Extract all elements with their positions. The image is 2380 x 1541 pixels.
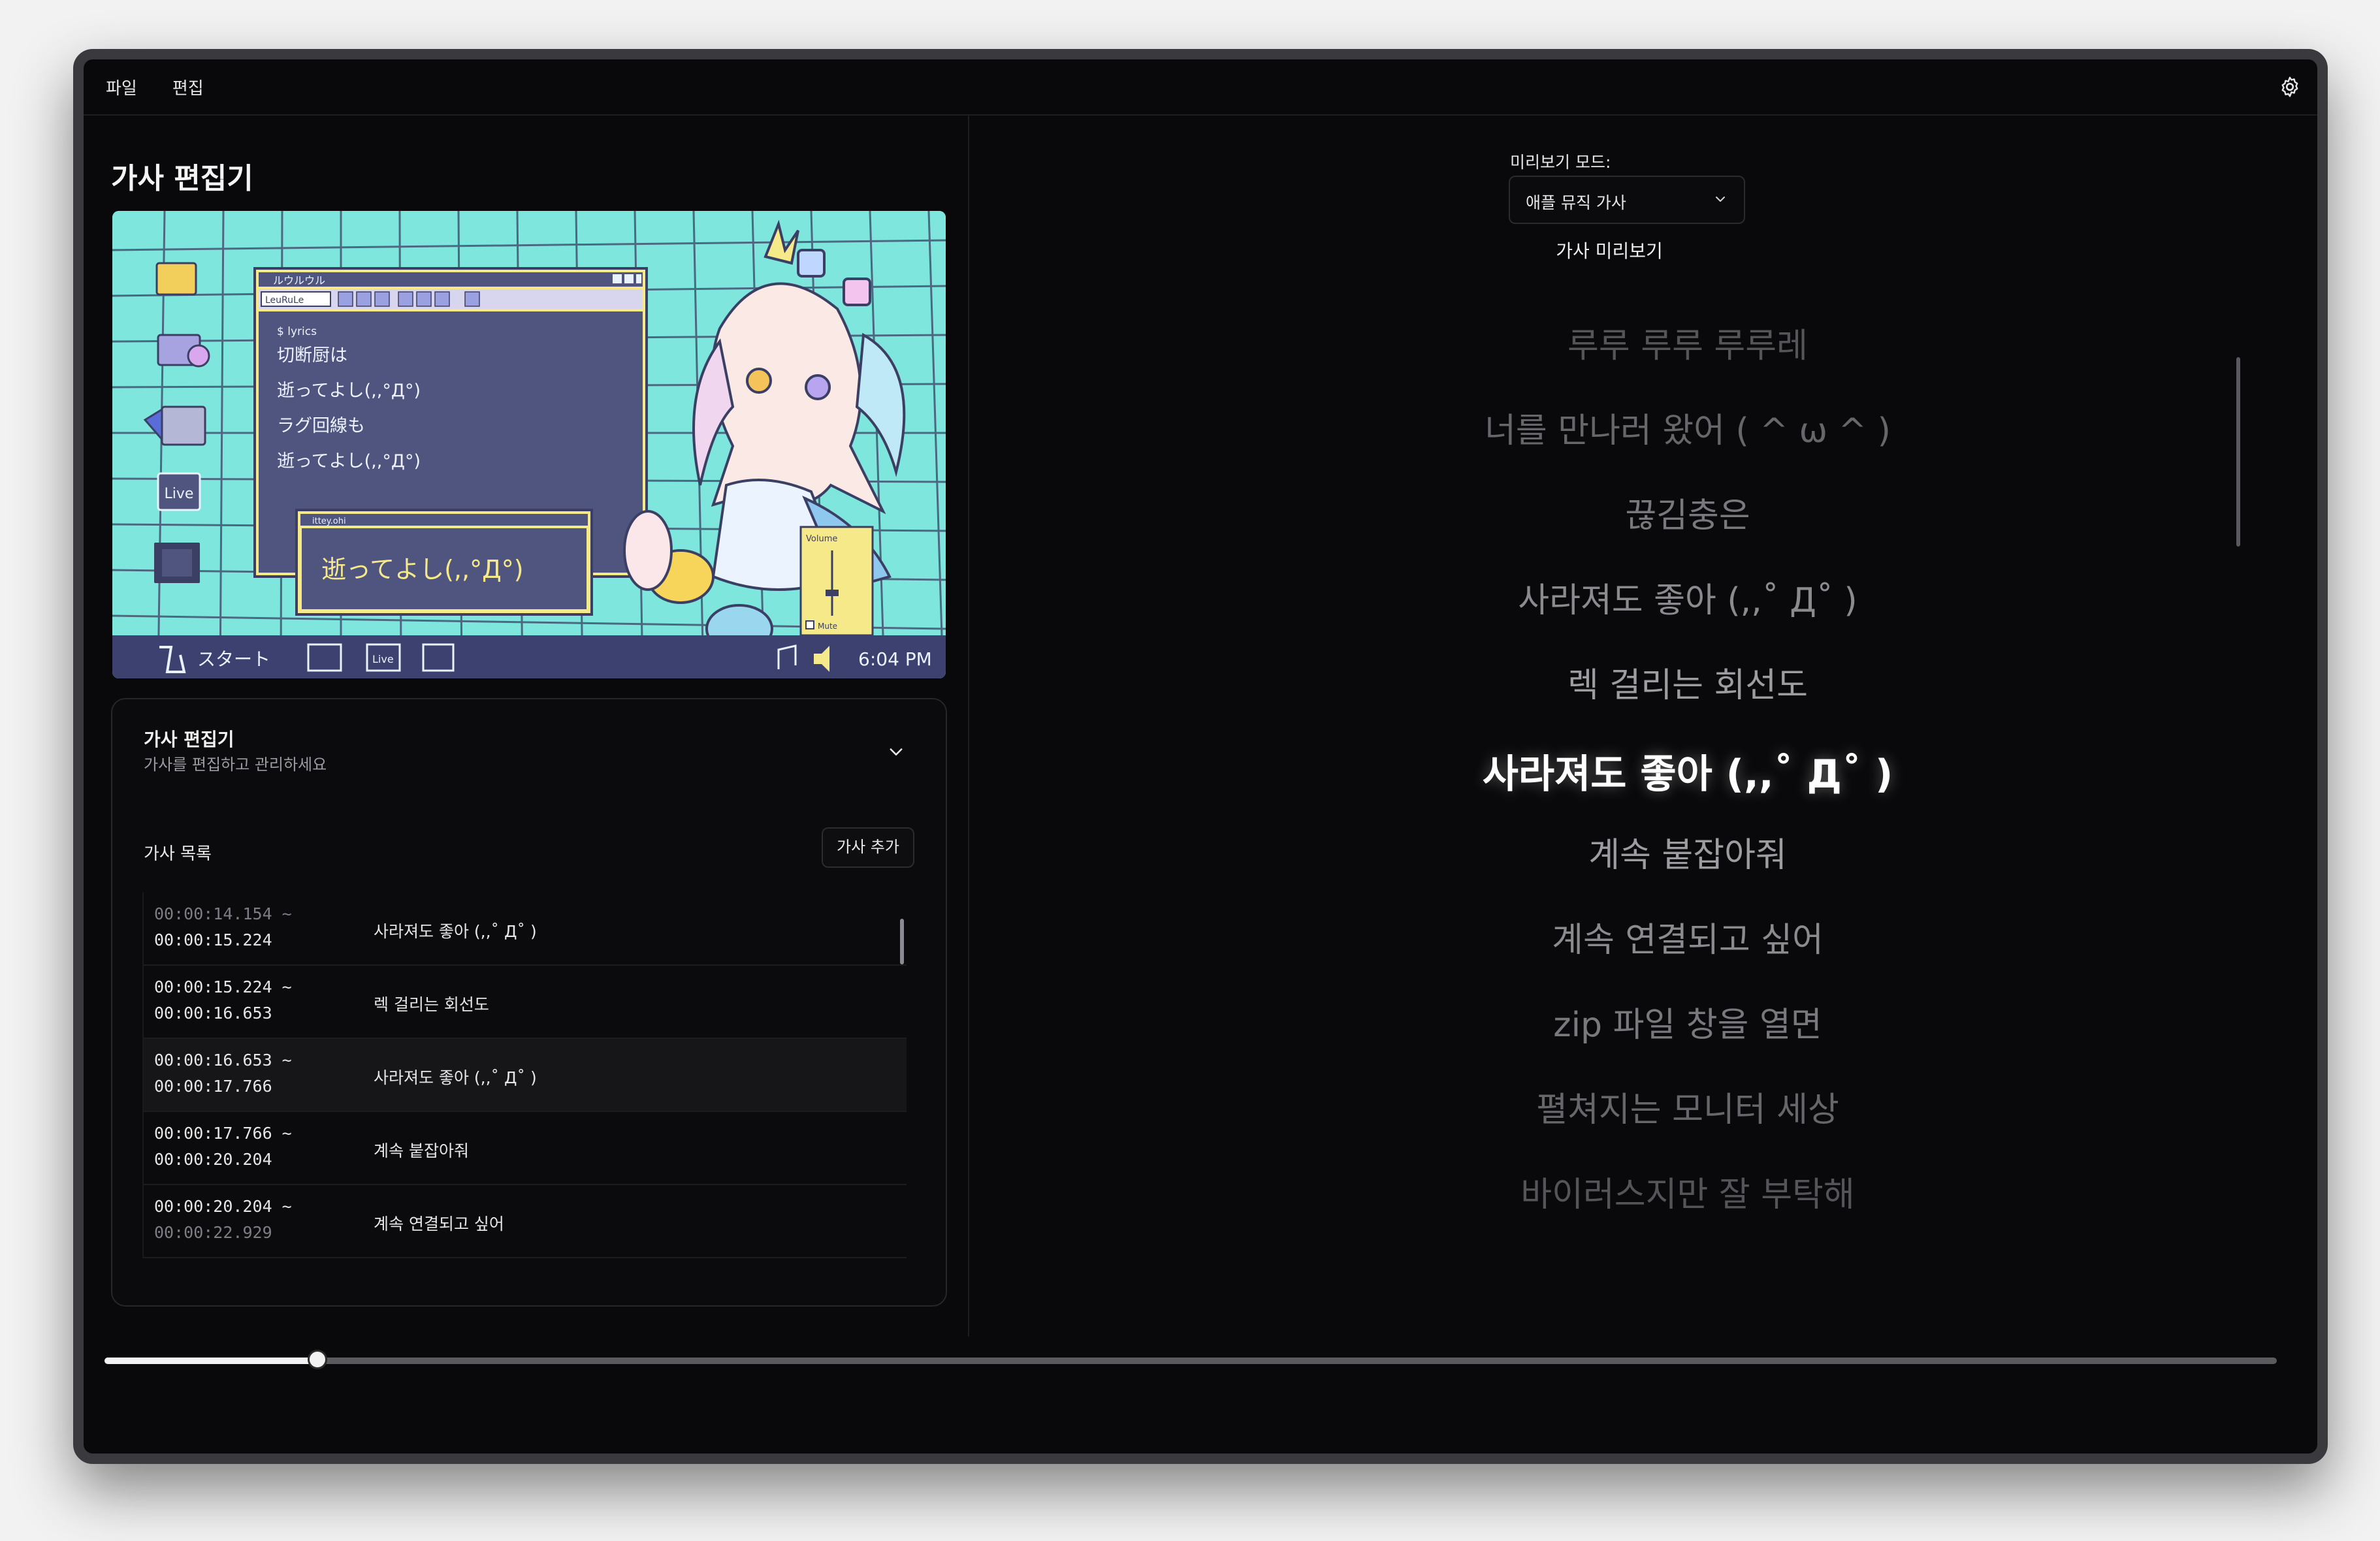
window2-title: ittey.ohi	[312, 516, 346, 526]
window1-line-3: ラグ回線も	[277, 416, 365, 436]
taskbar-start: スタート	[197, 648, 270, 670]
row-lyric-text: 사라져도 좋아 (,,˚ Д˚ )	[374, 1068, 537, 1087]
app-window: 파일 편집 가사 편집기 Live ルウルウル LeuRuLe $ lyrics…	[73, 49, 2328, 1464]
lyric-row[interactable]: 00:00:15.224 ~ 00:00:16.653 렉 걸리는 회선도	[144, 966, 907, 1039]
window1-field: LeuRuLe	[265, 295, 304, 306]
playback-progress[interactable]	[105, 1350, 2277, 1369]
window2-text: 逝ってよし(,,°Д°)	[321, 555, 524, 584]
row-lyric-text: 계속 연결되고 싶어	[374, 1215, 504, 1233]
lyric-line[interactable]: 렉 걸리는 회선도	[1165, 658, 2210, 707]
row-lyric-text: 계속 붙잡아줘	[374, 1141, 469, 1160]
window1-line-2: 逝ってよし(,,°Д°)	[277, 381, 421, 401]
page-title: 가사 편집기	[111, 162, 253, 195]
lyric-line[interactable]: 바이러스지만 잘 부탁해	[1165, 1167, 2210, 1216]
preview-mode-value: 애플 뮤직 가사	[1526, 193, 1626, 212]
window1-line-4: 逝ってよし(,,°Д°)	[277, 451, 421, 471]
menu-bar: 파일 편집	[84, 59, 2317, 116]
taskbar-clock: 6:04 PM	[858, 648, 932, 670]
menu-file[interactable]: 파일	[106, 75, 137, 99]
row-start-time: 00:00:20.204 ~	[154, 1197, 292, 1216]
lyrics-preview: 루루 루루 루루레너를 만나러 왔어 ( ^ ω ^ ) 끊김충은사라져도 좋아 …	[1165, 253, 2210, 1415]
lyric-line[interactable]: 끊김충은	[1165, 488, 2210, 537]
row-end-time: 00:00:20.204	[154, 1150, 272, 1169]
row-lyric-text: 렉 걸리는 회선도	[374, 995, 489, 1014]
row-start-time: 00:00:16.653 ~	[154, 1051, 292, 1070]
lyric-line-active[interactable]: 사라져도 좋아 (,,˚ Д˚ )	[1165, 742, 2210, 799]
window1-line-1: 切断厨は	[277, 345, 347, 366]
row-end-time: 00:00:22.929	[154, 1223, 272, 1242]
desktop-live-label: Live	[165, 486, 194, 502]
lyric-line[interactable]: 너를 만나러 왔어 ( ^ ω ^ )	[1165, 403, 2210, 452]
row-start-time: 00:00:17.766 ~	[154, 1124, 292, 1143]
progress-handle[interactable]	[307, 1350, 327, 1369]
add-lyric-button[interactable]: 가사 추가	[822, 827, 914, 868]
lyrics-list-heading: 가사 목록	[144, 844, 212, 864]
lyrics-editor-card: 가사 편집기 가사를 편집하고 관리하세요 가사 목록 가사 추가 00:00:…	[111, 698, 947, 1307]
card-title: 가사 편집기	[144, 729, 234, 750]
mute-label: Mute	[818, 622, 837, 631]
taskbar-live: Live	[372, 653, 394, 665]
album-artwork: Live ルウルウル LeuRuLe $ lyrics 切断厨は 逝ってよし(,…	[112, 211, 946, 678]
window1-title: ルウルウル	[273, 274, 325, 287]
lyrics-list: 00:00:14.154 ~ 00:00:15.224 사라져도 좋아 (,,˚…	[142, 893, 907, 1258]
preview-panel: 미리보기 모드: 애플 뮤직 가사 가사 미리보기 루루 루루 루루레 너를 만나…	[969, 116, 2317, 1337]
artwork-illustration: Live ルウルウル LeuRuLe $ lyrics 切断厨は 逝ってよし(,…	[112, 211, 946, 678]
lyric-line[interactable]: zip 파일 창을 열면	[1165, 997, 2210, 1046]
lyric-row[interactable]: 00:00:14.154 ~ 00:00:15.224 사라져도 좋아 (,,˚…	[144, 893, 907, 966]
preview-scrollbar[interactable]	[2236, 357, 2240, 547]
lyric-row-selected[interactable]: 00:00:16.653 ~ 00:00:17.766 사라져도 좋아 (,,˚…	[144, 1039, 907, 1112]
card-subtitle: 가사를 편집하고 관리하세요	[144, 755, 327, 774]
menu-edit[interactable]: 편집	[172, 75, 204, 99]
row-end-time: 00:00:17.766	[154, 1077, 272, 1096]
lyric-line[interactable]: 루루 루루 루루레	[1165, 318, 2210, 367]
row-end-time: 00:00:15.224	[154, 930, 272, 949]
list-scrollbar[interactable]	[900, 919, 904, 964]
gear-icon[interactable]	[2278, 75, 2302, 99]
row-lyric-text: 사라져도 좋아 (,,˚ Д˚ )	[374, 922, 537, 941]
row-start-time: 00:00:14.154 ~	[154, 904, 292, 923]
lyric-line[interactable]: 계속 연결되고 싶어	[1165, 912, 2210, 961]
preview-mode-label: 미리보기 모드:	[1510, 153, 1611, 172]
progress-fill	[105, 1358, 317, 1364]
volume-label: Volume	[806, 534, 837, 544]
lyric-line[interactable]: 사라져도 좋아 (,,˚ Д˚ )	[1165, 573, 2210, 622]
row-start-time: 00:00:15.224 ~	[154, 977, 292, 996]
chevron-down-icon[interactable]	[887, 742, 905, 761]
window1-line-0: $ lyrics	[277, 325, 317, 338]
row-end-time: 00:00:16.653	[154, 1004, 272, 1023]
lyric-line[interactable]: 펼쳐지는 모니터 세상	[1165, 1082, 2210, 1131]
lyric-row[interactable]: 00:00:20.204 ~ 00:00:22.929 계속 연결되고 싶어	[144, 1185, 907, 1258]
lyric-line[interactable]: 계속 붙잡아줘	[1165, 827, 2210, 876]
lyric-row[interactable]: 00:00:17.766 ~ 00:00:20.204 계속 붙잡아줘	[144, 1112, 907, 1185]
chevron-down-icon	[1716, 197, 1725, 202]
preview-mode-select[interactable]: 애플 뮤직 가사	[1509, 176, 1745, 224]
editor-panel: 가사 편집기 Live ルウルウル LeuRuLe $ lyrics 切断厨は …	[84, 116, 969, 1337]
